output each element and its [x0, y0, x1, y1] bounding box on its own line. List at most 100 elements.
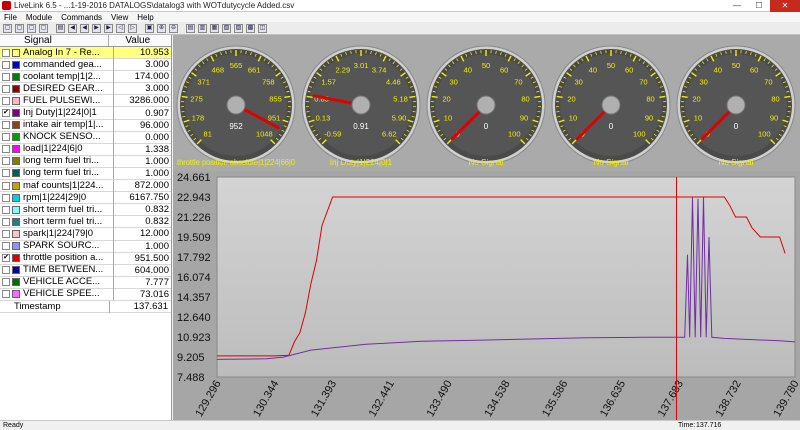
signal-row[interactable]: SPARK SOURC... 1.000	[0, 240, 171, 253]
menu-commands[interactable]: Commands	[61, 13, 102, 22]
signal-color-swatch[interactable]	[12, 96, 20, 105]
signal-color-swatch[interactable]	[12, 290, 20, 299]
toolbar-button-15[interactable]: ▤	[186, 23, 195, 33]
signal-row[interactable]: ✔ throttle position a... 951.500	[0, 252, 171, 265]
toolbar-button-5[interactable]: ▤	[56, 23, 65, 33]
toolbar-button-7[interactable]: ◀	[80, 23, 89, 33]
signal-checkbox[interactable]	[2, 205, 10, 214]
signal-color-swatch[interactable]	[12, 145, 20, 154]
signal-color-swatch[interactable]	[12, 229, 20, 238]
signal-color-swatch[interactable]	[12, 72, 20, 81]
toolbar-button-18[interactable]: ▧	[222, 23, 231, 33]
signal-row[interactable]: KNOCK SENSO... 0.000	[0, 131, 171, 144]
toolbar-button-13[interactable]: ⊕	[157, 23, 166, 33]
toolbar-button-3[interactable]: ▢	[27, 23, 36, 33]
minimize-button[interactable]: —	[726, 0, 748, 12]
datalog-chart[interactable]: 24.661 22.943 21.226 19.509 17.792 16.074 14.3…	[173, 171, 800, 420]
signal-checkbox[interactable]	[2, 217, 10, 226]
signal-color-swatch[interactable]	[12, 254, 20, 263]
signal-row[interactable]: rpm|1|224|29|0 6167.750	[0, 191, 171, 205]
signal-checkbox[interactable]	[2, 84, 10, 93]
signal-checkbox[interactable]	[2, 169, 10, 178]
close-button[interactable]: ✕	[770, 0, 800, 12]
signal-checkbox[interactable]	[2, 290, 10, 299]
signal-row[interactable]: short term fuel tri... 0.832	[0, 203, 171, 217]
toolbar-button-11[interactable]: ▷	[128, 23, 137, 33]
signal-color-swatch[interactable]	[12, 193, 20, 202]
toolbar-button-12[interactable]: ▣	[145, 23, 154, 33]
signal-checkbox[interactable]	[2, 133, 10, 142]
x-tick-label: 137.683	[656, 379, 686, 419]
signal-row[interactable]: long term fuel tri... 1.000	[0, 155, 171, 168]
signal-row[interactable]: ✔ Inj Duty|1|224|0|1 0.907	[0, 107, 171, 120]
signal-row[interactable]: VEHICLE SPEE... 73.016	[0, 288, 171, 301]
signal-color-swatch[interactable]	[12, 60, 20, 69]
chart-svg[interactable]: 24.661 22.943 21.226 19.509 17.792 16.074 14.3…	[173, 171, 800, 420]
menu-help[interactable]: Help	[137, 13, 153, 22]
gauge-label: Inj Duty|1|224|0|1	[330, 158, 393, 167]
toolbar-button-14[interactable]: ⊖	[169, 23, 178, 33]
toolbar-button-9[interactable]: ▶	[104, 23, 113, 33]
toolbar-button-2[interactable]: ▢	[15, 23, 24, 33]
signal-color-swatch[interactable]	[12, 84, 20, 93]
signal-color-swatch[interactable]	[12, 169, 20, 178]
signal-color-swatch[interactable]	[12, 133, 20, 142]
toolbar-button-6[interactable]: ◀	[68, 23, 77, 33]
signal-checkbox[interactable]	[2, 145, 10, 154]
toolbar-button-21[interactable]: ◫	[258, 23, 267, 33]
gauge-tick	[659, 95, 666, 99]
signal-color-swatch[interactable]	[12, 205, 20, 214]
signal-checkbox[interactable]	[2, 96, 10, 105]
maximize-button[interactable]: ☐	[748, 0, 770, 12]
signal-checkbox[interactable]	[2, 278, 10, 287]
signal-row[interactable]: Analog In 7 - Re... 10.953	[0, 46, 171, 60]
signal-color-swatch[interactable]	[12, 109, 20, 118]
menu-module[interactable]: Module	[26, 13, 52, 22]
signal-row[interactable]: intake air temp|1|... 96.000	[0, 119, 171, 132]
gauge-tick-label: 20	[692, 95, 700, 104]
signal-color-swatch[interactable]	[12, 121, 20, 130]
signal-color-swatch[interactable]	[12, 217, 20, 226]
signal-color-swatch[interactable]	[12, 157, 20, 166]
menu-file[interactable]: File	[4, 13, 17, 22]
signal-color-swatch[interactable]	[12, 266, 20, 275]
signal-row[interactable]: maf counts|1|224... 872.000	[0, 179, 171, 193]
signal-row[interactable]: spark|1|224|79|0 12.000	[0, 227, 171, 241]
toolbar-button-20[interactable]: ▩	[246, 23, 255, 33]
signal-row[interactable]: coolant temp|1|2... 174.000	[0, 70, 171, 84]
signal-checkbox[interactable]	[2, 193, 10, 202]
toolbar-button-1[interactable]: ▢	[3, 23, 12, 33]
menu-view[interactable]: View	[111, 13, 128, 22]
toolbar-button-17[interactable]: ▦	[210, 23, 219, 33]
toolbar-button-10[interactable]: ◁	[116, 23, 125, 33]
signal-color-swatch[interactable]	[12, 181, 20, 190]
signal-row[interactable]: FUEL PULSEWI... 3286.000	[0, 94, 171, 108]
signal-checkbox[interactable]	[2, 72, 10, 81]
toolbar-button-8[interactable]: ▶	[92, 23, 101, 33]
signal-checkbox[interactable]	[2, 229, 10, 238]
toolbar-button-16[interactable]: ▥	[198, 23, 207, 33]
signal-checkbox[interactable]	[2, 121, 10, 130]
signal-column-header[interactable]: Signal	[0, 35, 110, 46]
signal-checkbox[interactable]	[2, 242, 10, 251]
signal-row[interactable]: commanded gea... 3.000	[0, 58, 171, 72]
signal-checkbox[interactable]	[2, 157, 10, 166]
signal-color-swatch[interactable]	[12, 48, 20, 57]
signal-checkbox[interactable]: ✔	[2, 254, 10, 263]
signal-checkbox[interactable]: ✔	[2, 109, 10, 118]
signal-color-swatch[interactable]	[12, 242, 20, 251]
signal-checkbox[interactable]	[2, 266, 10, 275]
signal-row[interactable]: TIME BETWEEN... 604.000	[0, 264, 171, 277]
signal-row[interactable]: VEHICLE ACCE... 7.777	[0, 276, 171, 289]
signal-checkbox[interactable]	[2, 181, 10, 190]
signal-color-swatch[interactable]	[12, 278, 20, 287]
signal-row[interactable]: load|1|224|6|0 1.338	[0, 143, 171, 156]
value-column-header[interactable]: Value	[109, 35, 171, 46]
signal-row[interactable]: DESIRED GEAR... 3.000	[0, 82, 171, 96]
toolbar-button-4[interactable]: ▢	[39, 23, 48, 33]
signal-checkbox[interactable]	[2, 60, 10, 69]
toolbar-button-19[interactable]: ▨	[234, 23, 243, 33]
signal-checkbox[interactable]	[2, 48, 10, 57]
signal-row[interactable]: short term fuel tri... 0.832	[0, 215, 171, 229]
signal-row[interactable]: long term fuel tri... 1.000	[0, 167, 171, 181]
